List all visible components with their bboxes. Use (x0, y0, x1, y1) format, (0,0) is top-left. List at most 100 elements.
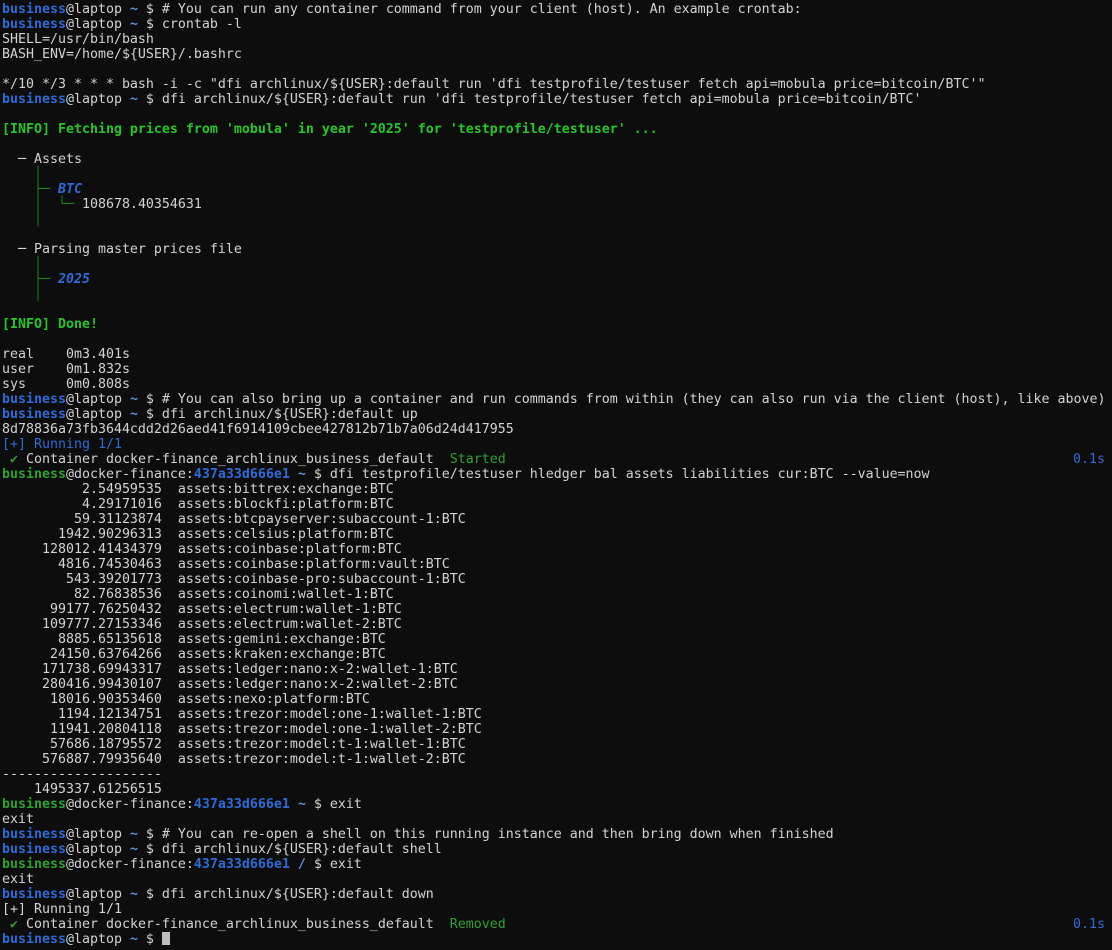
text-run: [INFO] Fetching prices from 'mobula' in … (2, 122, 658, 137)
text-run: business (2, 392, 66, 407)
text-run: business (2, 407, 66, 422)
terminal-line: 543.39201773 assets:coinbase-pro:subacco… (2, 572, 1112, 587)
text-run: [+] Running 1/1 (2, 437, 122, 452)
elapsed-time: 0.1s (1073, 452, 1105, 467)
terminal-line: │ (2, 167, 1112, 182)
terminal-line: sys 0m0.808s (2, 377, 1112, 392)
text-run: ✔ (2, 452, 26, 467)
terminal-line (2, 227, 1112, 242)
terminal-line: SHELL=/usr/bin/bash (2, 32, 1112, 47)
text-run: 57686.18795572 assets:trezor:model:t-1:w… (2, 737, 466, 752)
text-run: $ dfi archlinux/${USER}:default shell (138, 842, 442, 857)
terminal-line: 1942.90296313 assets:celsius:platform:BT… (2, 527, 1112, 542)
terminal-line: 2.54959535 assets:bittrex:exchange:BTC (2, 482, 1112, 497)
terminal-line: business@laptop ~ $ crontab -l (2, 17, 1112, 32)
elapsed-time: 0.1s (1073, 917, 1105, 932)
text-run: business (2, 467, 66, 482)
text-run: @laptop (66, 92, 130, 107)
text-run: */10 */3 * * * bash -i -c "dfi archlinux… (2, 77, 986, 92)
terminal-line: │ (2, 257, 1112, 272)
text-run: ~ (130, 92, 138, 107)
text-run (290, 467, 298, 482)
text-run: 4.29171016 assets:blockfi:platform:BTC (2, 497, 394, 512)
text-run: business (2, 887, 66, 902)
terminal-screen[interactable]: business@laptop ~ $ # You can run any co… (0, 0, 1112, 950)
terminal-line: 128012.41434379 assets:coinbase:platform… (2, 542, 1112, 557)
terminal-line: │ └─ 108678.40354631 (2, 197, 1112, 212)
text-run: Started (450, 452, 506, 467)
text-run: sys 0m0.808s (2, 377, 130, 392)
text-run: 18016.90353460 assets:nexo:platform:BTC (2, 692, 370, 707)
text-run: $ (138, 932, 162, 947)
text-run: business (2, 857, 66, 872)
text-run: business (2, 797, 66, 812)
terminal-line: 109777.27153346 assets:electrum:wallet-2… (2, 617, 1112, 632)
text-run: 1942.90296313 assets:celsius:platform:BT… (2, 527, 394, 542)
terminal-line: ├─ BTC (2, 182, 1112, 197)
text-run: │ └─ (2, 197, 82, 212)
text-run: [+] Running 1/1 (2, 902, 122, 917)
text-run: 0.1s (1073, 917, 1105, 932)
terminal-line: business@docker-finance:437a33d666e1 ~ $… (2, 467, 1112, 482)
terminal-line: business@laptop ~ $ # You can also bring… (2, 392, 1112, 407)
text-run: @laptop (66, 392, 130, 407)
terminal-line: business@laptop ~ $ dfi archlinux/${USER… (2, 407, 1112, 422)
terminal-line: 11941.20804118 assets:trezor:model:one-1… (2, 722, 1112, 737)
terminal-line: 82.76838536 assets:coinomi:wallet-1:BTC (2, 587, 1112, 602)
text-run: [INFO] Done! (2, 317, 98, 332)
text-run: 576887.79935640 assets:trezor:model:t-1:… (2, 752, 466, 767)
terminal-line: [INFO] Fetching prices from 'mobula' in … (2, 122, 1112, 137)
text-run: BASH_ENV=/home/${USER}/.bashrc (2, 47, 242, 62)
text-run: business (2, 17, 66, 32)
terminal-line: 4816.74530463 assets:coinbase:platform:v… (2, 557, 1112, 572)
text-run: $ dfi archlinux/${USER}:default up (138, 407, 418, 422)
terminal-line: [+] Running 1/1 (2, 902, 1112, 917)
text-run (290, 857, 298, 872)
terminal-line: [+] Running 1/1 (2, 437, 1112, 452)
cursor (162, 932, 170, 945)
text-run: 59.31123874 assets:btcpayserver:subaccou… (2, 512, 466, 527)
text-run: Container docker-finance_archlinux_busin… (26, 917, 450, 932)
text-run: 543.39201773 assets:coinbase-pro:subacco… (2, 572, 466, 587)
text-run: ─ Parsing master prices file (2, 242, 242, 257)
text-run: 108678.40354631 (82, 197, 202, 212)
terminal-line: 8d78836a73fb3644cdd2d26aed41f6914109cbee… (2, 422, 1112, 437)
text-run: Container docker-finance_archlinux_busin… (26, 452, 450, 467)
terminal-line: ✔ Container docker-finance_archlinux_bus… (2, 452, 1112, 467)
text-run: 8d78836a73fb3644cdd2d26aed41f6914109cbee… (2, 422, 514, 437)
text-run: 109777.27153346 assets:electrum:wallet-2… (2, 617, 402, 632)
terminal-line: user 0m1.832s (2, 362, 1112, 377)
text-run: exit (2, 872, 34, 887)
text-run: SHELL=/usr/bin/bash (2, 32, 154, 47)
terminal-line: business@laptop ~ $ # You can re-open a … (2, 827, 1112, 842)
terminal-line: 99177.76250432 assets:electrum:wallet-1:… (2, 602, 1112, 617)
terminal-line (2, 302, 1112, 317)
text-run: $ crontab -l (138, 17, 242, 32)
text-run: business (2, 2, 66, 17)
terminal-line: 576887.79935640 assets:trezor:model:t-1:… (2, 752, 1112, 767)
text-run: ~ (130, 2, 138, 17)
text-run: ✔ (2, 917, 26, 932)
terminal-line: ─ Assets (2, 152, 1112, 167)
terminal-line: ├─ 2025 (2, 272, 1112, 287)
text-run: $ exit (306, 797, 362, 812)
text-run: exit (2, 812, 34, 827)
text-run: 82.76838536 assets:coinomi:wallet-1:BTC (2, 587, 394, 602)
text-run: @laptop (66, 827, 130, 842)
terminal-line: 171738.69943317 assets:ledger:nano:x-2:w… (2, 662, 1112, 677)
text-run: $ # You can also bring up a container an… (138, 392, 1106, 407)
text-run: @laptop (66, 407, 130, 422)
text-run: ~ (130, 827, 138, 842)
terminal-line: business@laptop ~ $ dfi archlinux/${USER… (2, 92, 1112, 107)
terminal-line: 57686.18795572 assets:trezor:model:t-1:w… (2, 737, 1112, 752)
terminal-line: 1495337.61256515 (2, 782, 1112, 797)
text-run: $ # You can run any container command fr… (138, 2, 802, 17)
terminal-line (2, 107, 1112, 122)
text-run: ~ (298, 467, 306, 482)
terminal-line: │ (2, 212, 1112, 227)
text-run: $ dfi testprofile/testuser hledger bal a… (306, 467, 930, 482)
text-run: │ (2, 167, 42, 182)
text-run: @docker-finance: (66, 797, 194, 812)
text-run: 128012.41434379 assets:coinbase:platform… (2, 542, 402, 557)
text-run: @docker-finance: (66, 467, 194, 482)
